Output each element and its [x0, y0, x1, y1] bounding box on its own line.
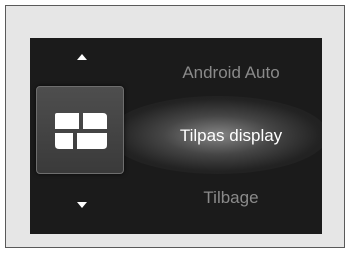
- scroll-down-arrow-icon[interactable]: [77, 202, 87, 208]
- display-screen: Android Auto Tilpas display Tilbage: [30, 38, 322, 234]
- menu-item-android-auto[interactable]: Android Auto: [140, 63, 322, 83]
- scroll-up-arrow-icon[interactable]: [77, 54, 87, 60]
- display-layout-icon: [55, 113, 107, 149]
- menu-item-tilpas-display[interactable]: Tilpas display: [140, 126, 322, 146]
- figure-frame: Android Auto Tilpas display Tilbage: [5, 5, 345, 248]
- menu-item-tilbage[interactable]: Tilbage: [140, 188, 322, 208]
- customize-display-tile[interactable]: [36, 86, 124, 174]
